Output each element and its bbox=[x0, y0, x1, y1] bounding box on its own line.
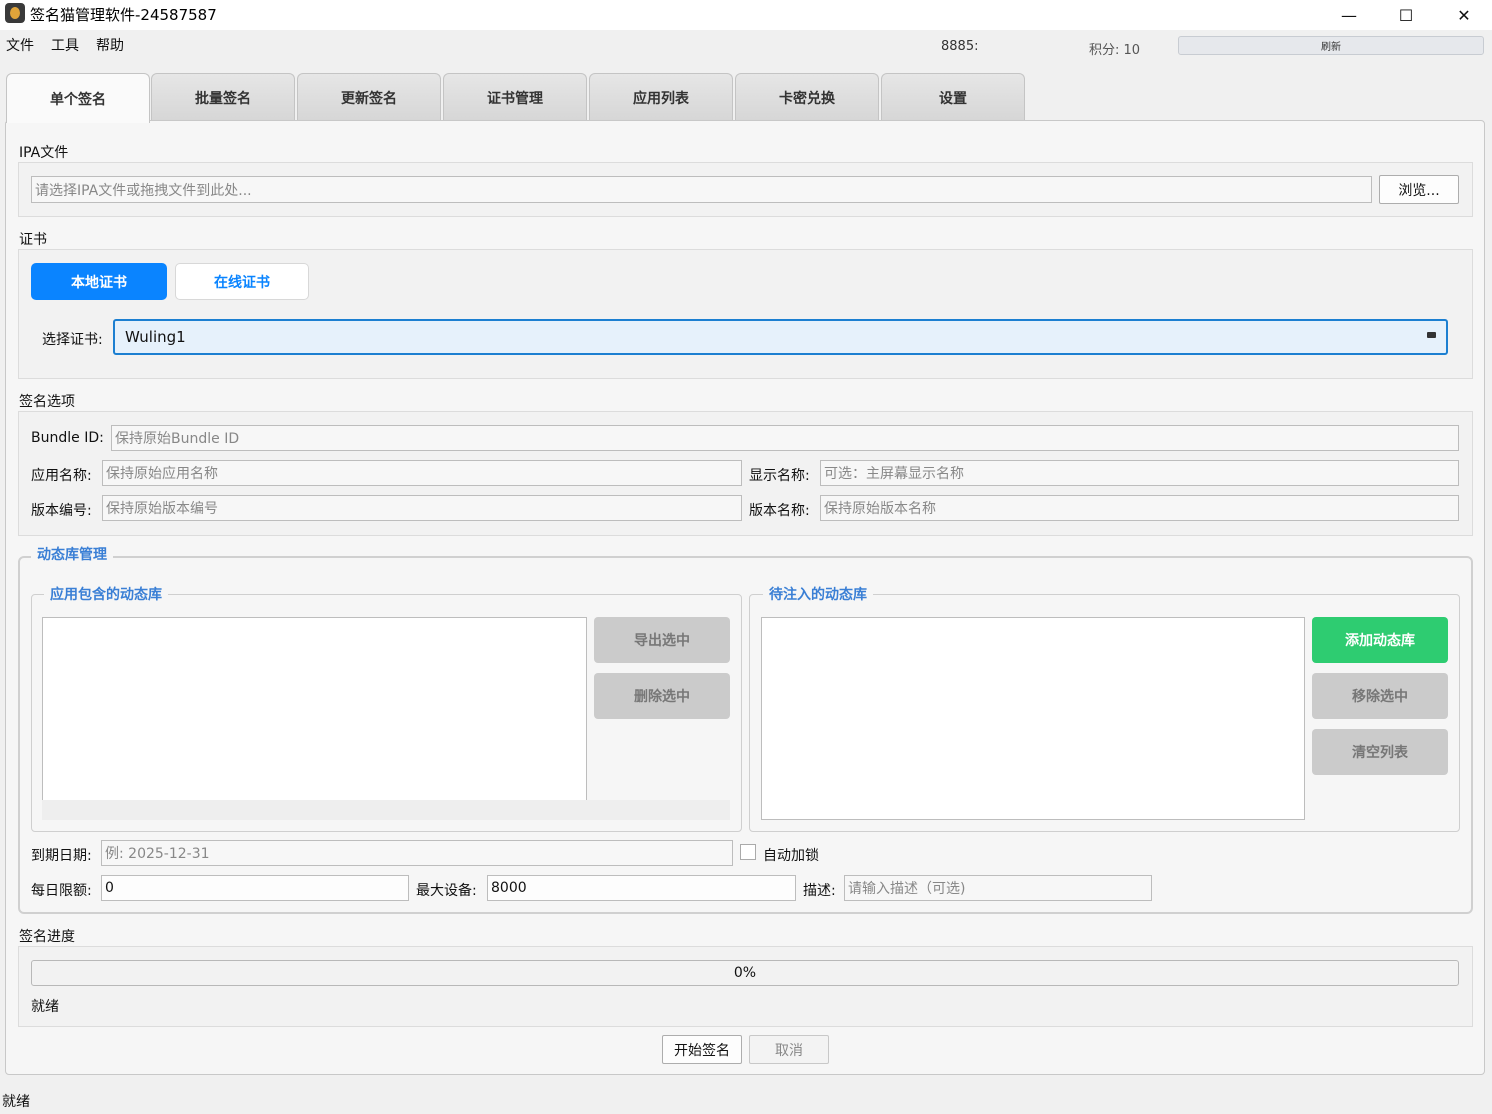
tab-cert-manage[interactable]: 证书管理 bbox=[443, 73, 587, 121]
points-label: 积分: 10 bbox=[1089, 43, 1141, 58]
remove-selected-button[interactable]: 移除选中 bbox=[1312, 673, 1448, 719]
inject-dylib-list[interactable] bbox=[761, 617, 1305, 820]
auto-lock-label: 自动加锁 bbox=[763, 848, 819, 864]
maximize-button[interactable]: ☐ bbox=[1383, 0, 1429, 30]
cert-section-label: 证书 bbox=[19, 232, 47, 248]
sign-progress-bar: 0% bbox=[31, 960, 1459, 986]
cert-selected-value: Wuling1 bbox=[125, 328, 186, 346]
version-code-label: 版本编号: bbox=[31, 503, 92, 519]
tab-app-list[interactable]: 应用列表 bbox=[589, 73, 733, 121]
daily-limit-label: 每日限额: bbox=[31, 883, 92, 899]
bundle-id-label: Bundle ID: bbox=[31, 430, 104, 446]
cancel-button[interactable]: 取消 bbox=[749, 1035, 829, 1064]
version-name-input[interactable]: 保持原始版本名称 bbox=[820, 495, 1459, 521]
title-bar: 签名猫管理软件-24587587 — ☐ ✕ bbox=[0, 0, 1492, 30]
display-name-input[interactable]: 可选：主屏幕显示名称 bbox=[820, 460, 1459, 486]
delete-selected-button[interactable]: 删除选中 bbox=[594, 673, 730, 719]
ipa-section-label: IPA文件 bbox=[19, 145, 69, 161]
app-logo-icon bbox=[5, 3, 25, 23]
ipa-file-placeholder: 请选择IPA文件或拖拽文件到此处... bbox=[35, 182, 252, 199]
auto-lock-checkbox[interactable] bbox=[740, 844, 756, 860]
description-label: 描述: bbox=[803, 883, 836, 899]
dropdown-indicator-icon bbox=[1427, 332, 1436, 338]
menu-bar: 文件 工具 帮助 8885: 积分: 10 刷新 bbox=[0, 30, 1492, 60]
description-input[interactable]: 请输入描述（可选) bbox=[844, 875, 1152, 901]
refresh-button[interactable]: 刷新 bbox=[1178, 36, 1484, 55]
window-title: 签名猫管理软件-24587587 bbox=[30, 6, 217, 24]
progress-section-label: 签名进度 bbox=[19, 929, 75, 945]
device-id-label: 8885: bbox=[941, 39, 979, 54]
tab-card-redeem[interactable]: 卡密兑换 bbox=[735, 73, 879, 121]
online-cert-button[interactable]: 在线证书 bbox=[175, 263, 309, 300]
local-cert-button[interactable]: 本地证书 bbox=[31, 263, 167, 300]
included-dylib-scrollbar[interactable] bbox=[42, 800, 730, 820]
tab-batch-sign[interactable]: 批量签名 bbox=[151, 73, 295, 121]
browse-button[interactable]: 浏览... bbox=[1379, 175, 1459, 204]
select-cert-label: 选择证书: bbox=[42, 332, 103, 348]
max-devices-input[interactable]: 8000 bbox=[487, 875, 796, 901]
cert-select-dropdown[interactable]: Wuling1 bbox=[113, 319, 1448, 355]
tab-update-sign[interactable]: 更新签名 bbox=[297, 73, 441, 121]
expiry-date-placeholder: 例: 2025-12-31 bbox=[105, 846, 210, 862]
included-dylib-title: 应用包含的动态库 bbox=[44, 584, 168, 604]
version-code-placeholder: 保持原始版本编号 bbox=[106, 501, 218, 517]
start-sign-button[interactable]: 开始签名 bbox=[662, 1035, 742, 1064]
progress-status-text: 就绪 bbox=[31, 999, 59, 1015]
menu-help[interactable]: 帮助 bbox=[96, 35, 124, 55]
clear-list-button[interactable]: 清空列表 bbox=[1312, 729, 1448, 775]
options-section-label: 签名选项 bbox=[19, 394, 75, 410]
app-name-input[interactable]: 保持原始应用名称 bbox=[102, 460, 742, 486]
version-name-placeholder: 保持原始版本名称 bbox=[824, 501, 936, 517]
version-name-label: 版本名称: bbox=[749, 503, 810, 519]
description-placeholder: 请输入描述（可选) bbox=[848, 881, 966, 897]
expiry-date-input[interactable]: 例: 2025-12-31 bbox=[101, 840, 733, 866]
tab-single-sign[interactable]: 单个签名 bbox=[6, 73, 150, 123]
app-name-placeholder: 保持原始应用名称 bbox=[106, 466, 218, 482]
inject-dylib-title: 待注入的动态库 bbox=[763, 584, 873, 604]
menu-tools[interactable]: 工具 bbox=[51, 35, 79, 55]
bundle-id-placeholder: 保持原始Bundle ID bbox=[115, 431, 240, 447]
version-code-input[interactable]: 保持原始版本编号 bbox=[102, 495, 742, 521]
add-dylib-button[interactable]: 添加动态库 bbox=[1312, 617, 1448, 663]
max-devices-label: 最大设备: bbox=[416, 883, 477, 899]
display-name-label: 显示名称: bbox=[749, 468, 810, 484]
app-name-label: 应用名称: bbox=[31, 468, 92, 484]
progress-group bbox=[18, 946, 1473, 1027]
progress-percent: 0% bbox=[733, 965, 757, 981]
ipa-file-input[interactable]: 请选择IPA文件或拖拽文件到此处... bbox=[31, 176, 1372, 203]
status-bar-text: 就绪 bbox=[2, 1094, 30, 1110]
included-dylib-list[interactable] bbox=[42, 617, 587, 801]
expiry-date-label: 到期日期: bbox=[31, 848, 92, 864]
daily-limit-input[interactable]: 0 bbox=[101, 875, 409, 901]
export-selected-button[interactable]: 导出选中 bbox=[594, 617, 730, 663]
daily-limit-value: 0 bbox=[105, 880, 114, 896]
dylib-frame-title: 动态库管理 bbox=[31, 544, 113, 564]
menu-file[interactable]: 文件 bbox=[6, 35, 34, 55]
minimize-button[interactable]: — bbox=[1326, 0, 1372, 30]
close-button[interactable]: ✕ bbox=[1441, 0, 1487, 30]
display-name-placeholder: 可选：主屏幕显示名称 bbox=[824, 466, 964, 482]
tab-settings[interactable]: 设置 bbox=[881, 73, 1025, 121]
bundle-id-input[interactable]: 保持原始Bundle ID bbox=[111, 425, 1459, 451]
max-devices-value: 8000 bbox=[491, 880, 527, 896]
